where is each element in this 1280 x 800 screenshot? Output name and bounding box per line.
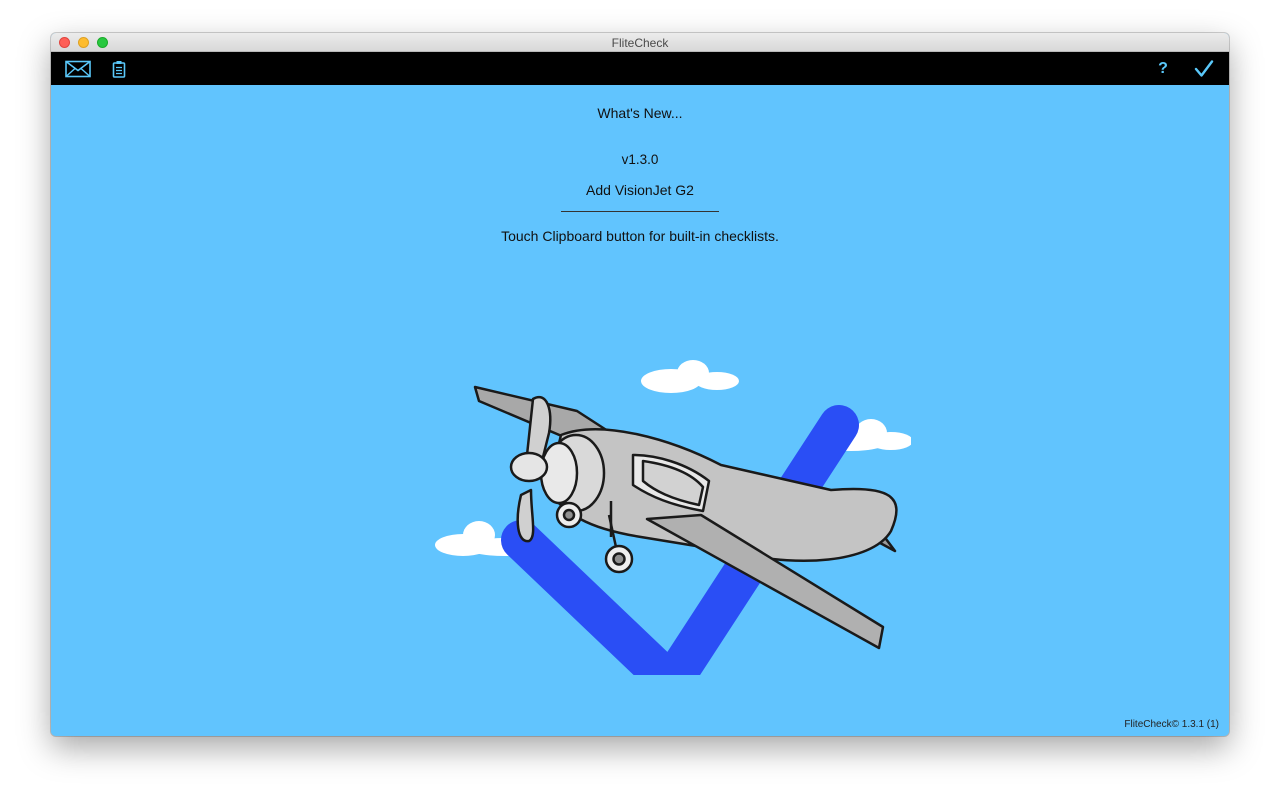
whats-new-heading: What's New... [597, 105, 683, 121]
version-label: v1.3.0 [621, 152, 659, 167]
title-bar: FliteCheck [51, 33, 1229, 52]
hint-text: Touch Clipboard button for built-in chec… [501, 228, 779, 244]
done-button[interactable] [1191, 52, 1217, 85]
clipboard-icon [112, 60, 126, 78]
divider [561, 211, 719, 212]
toolbar: ? [51, 52, 1229, 85]
copyright-footer: FliteCheck© 1.3.1 (1) [1124, 719, 1219, 730]
checkmark-icon [1194, 59, 1214, 77]
change-item: Add VisionJet G2 [586, 182, 694, 198]
help-label: ? [1158, 59, 1168, 77]
envelope-icon [65, 60, 91, 77]
airplane-illustration [435, 360, 911, 675]
help-button[interactable]: ? [1153, 52, 1173, 85]
cloud-icon [641, 360, 739, 393]
window-title: FliteCheck [611, 36, 669, 50]
mail-button[interactable] [63, 52, 93, 85]
clipboard-button[interactable] [109, 52, 129, 85]
app-window: FliteCheck ? What's New... v1.3.0 Add Vi… [51, 33, 1229, 736]
whats-new-panel: What's New... v1.3.0 Add VisionJet G2 To… [51, 85, 1229, 736]
